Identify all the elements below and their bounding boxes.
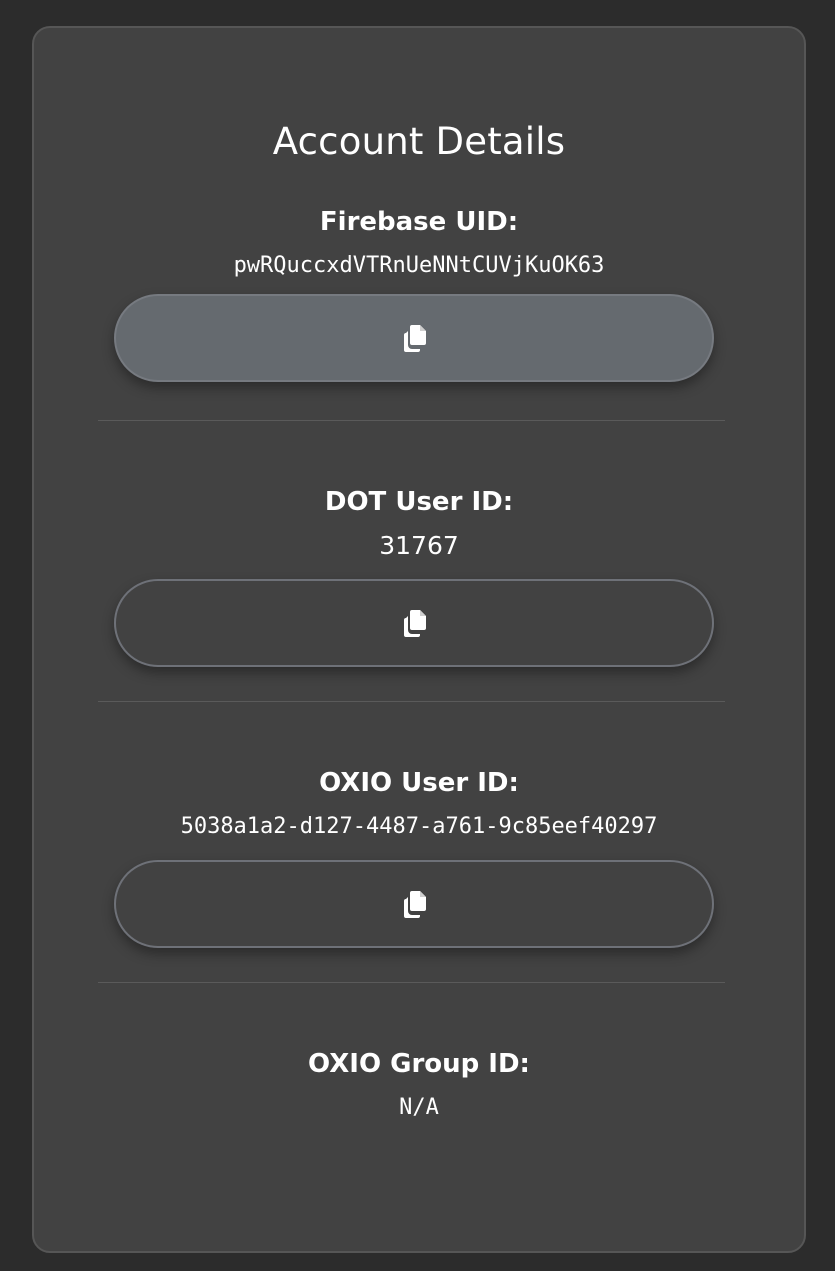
divider [98, 420, 725, 421]
firebase-uid-label: Firebase UID: [319, 207, 519, 237]
dot-user-id-label: DOT User ID: [324, 487, 514, 517]
copy-icon [404, 325, 426, 352]
firebase-uid-field: Firebase UID: pwRQuccxdVTRnUeNNtCUVjKuOK… [34, 204, 804, 282]
card-title: Account Details [272, 120, 566, 163]
divider [98, 701, 725, 702]
oxio-group-id-value: N/A [399, 1095, 439, 1120]
copy-oxio-user-id-button[interactable] [114, 860, 714, 948]
divider [98, 982, 725, 983]
copy-icon [404, 891, 426, 918]
oxio-user-id-label: OXIO User ID: [319, 768, 519, 798]
copy-firebase-uid-button[interactable] [114, 294, 714, 382]
oxio-user-id-field: OXIO User ID: 5038a1a2-d127-4487-a761-9c… [34, 765, 804, 843]
firebase-uid-value: pwRQuccxdVTRnUeNNtCUVjKuOK63 [233, 253, 605, 278]
oxio-group-id-field: OXIO Group ID: N/A [34, 1046, 804, 1124]
copy-dot-user-id-button[interactable] [114, 579, 714, 667]
account-details-card: Account Details Firebase UID: pwRQuccxdV… [32, 26, 806, 1253]
dot-user-id-field: DOT User ID: 31767 [34, 484, 804, 562]
oxio-group-id-label: OXIO Group ID: [308, 1049, 530, 1079]
oxio-user-id-value: 5038a1a2-d127-4487-a761-9c85eef40297 [180, 814, 658, 839]
copy-icon [404, 610, 426, 637]
dot-user-id-value: 31767 [379, 531, 459, 560]
